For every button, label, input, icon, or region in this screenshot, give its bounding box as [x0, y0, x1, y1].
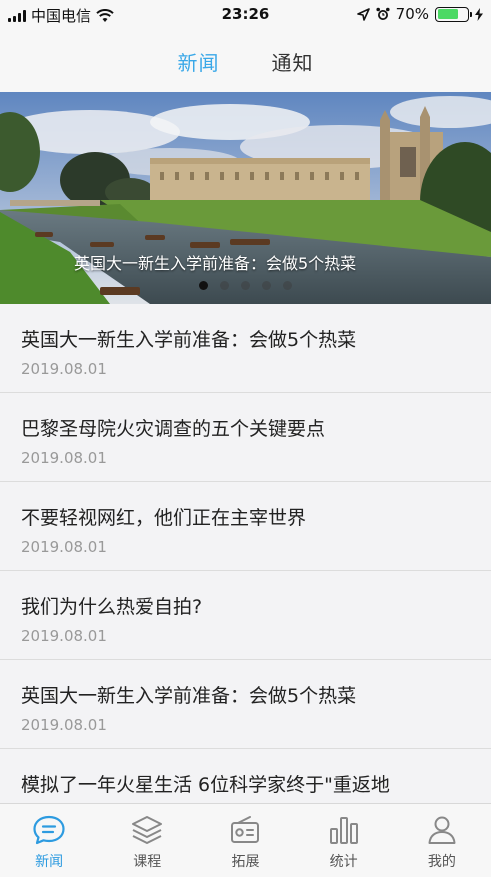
- nav-item-news[interactable]: 新闻: [0, 804, 98, 877]
- nav-label: 新闻: [35, 854, 64, 870]
- carousel-dot[interactable]: [262, 281, 271, 290]
- list-item[interactable]: 模拟了一年火星生活 6位科学家终于"重返地: [0, 749, 491, 803]
- top-tabs: 新闻 通知: [0, 30, 491, 92]
- news-date: 2019.08.01: [21, 360, 107, 378]
- chat-bubble-icon: [32, 813, 66, 847]
- news-date: 2019.08.01: [21, 449, 107, 467]
- nav-item-me[interactable]: 我的: [393, 804, 491, 877]
- banner-carousel[interactable]: 英国大一新生入学前准备：会做5个热菜: [0, 92, 491, 304]
- status-right: 70%: [356, 5, 483, 23]
- banner-caption: 英国大一新生入学前准备：会做5个热菜: [74, 254, 357, 273]
- news-list: 英国大一新生入学前准备：会做5个热菜 2019.08.01 巴黎圣母院火灾调查的…: [0, 304, 491, 803]
- news-title: 英国大一新生入学前准备：会做5个热菜: [21, 329, 357, 351]
- news-title: 模拟了一年火星生活 6位科学家终于"重返地: [21, 774, 390, 796]
- layers-icon: [130, 813, 164, 847]
- nav-label: 我的: [427, 854, 456, 870]
- nav-item-courses[interactable]: 课程: [98, 804, 196, 877]
- carousel-dot[interactable]: [241, 281, 250, 290]
- carousel-dot[interactable]: [220, 281, 229, 290]
- list-item[interactable]: 不要轻视网红，他们正在主宰世界 2019.08.01: [0, 482, 491, 571]
- carousel-dot[interactable]: [199, 281, 208, 290]
- battery-icon: [435, 6, 472, 22]
- nav-label: 课程: [133, 854, 162, 870]
- news-date: 2019.08.01: [21, 716, 107, 734]
- status-bar: 中国电信 23:26 70%: [0, 0, 491, 30]
- radio-icon: [228, 813, 262, 847]
- list-item[interactable]: 巴黎圣母院火灾调查的五个关键要点 2019.08.01: [0, 393, 491, 482]
- list-item[interactable]: 我们为什么热爱自拍? 2019.08.01: [0, 571, 491, 660]
- nav-label: 统计: [329, 854, 358, 870]
- nav-item-extend[interactable]: 拓展: [196, 804, 294, 877]
- nav-label: 拓展: [231, 854, 260, 870]
- list-item[interactable]: 英国大一新生入学前准备：会做5个热菜 2019.08.01: [0, 660, 491, 749]
- tab-notice[interactable]: 通知: [272, 47, 314, 76]
- charging-icon: [475, 7, 483, 21]
- news-title: 我们为什么热爱自拍?: [21, 596, 203, 618]
- carousel-dots: [199, 281, 292, 290]
- battery-percent: 70%: [395, 5, 429, 23]
- carousel-dot[interactable]: [283, 281, 292, 290]
- nav-item-stats[interactable]: 统计: [295, 804, 393, 877]
- list-item[interactable]: 英国大一新生入学前准备：会做5个热菜 2019.08.01: [0, 304, 491, 393]
- news-title: 英国大一新生入学前准备：会做5个热菜: [21, 685, 357, 707]
- tab-news[interactable]: 新闻: [178, 47, 220, 76]
- alarm-icon: [376, 7, 390, 20]
- user-icon: [425, 813, 459, 847]
- news-title: 巴黎圣母院火灾调查的五个关键要点: [21, 418, 326, 440]
- news-title: 不要轻视网红，他们正在主宰世界: [21, 507, 307, 529]
- battery-fill: [437, 9, 458, 19]
- news-date: 2019.08.01: [21, 627, 107, 645]
- bar-chart-icon: [327, 813, 361, 847]
- bottom-nav: 新闻 课程 拓展 统计 我的: [0, 803, 491, 877]
- news-date: 2019.08.01: [21, 538, 107, 556]
- location-icon: [356, 7, 370, 21]
